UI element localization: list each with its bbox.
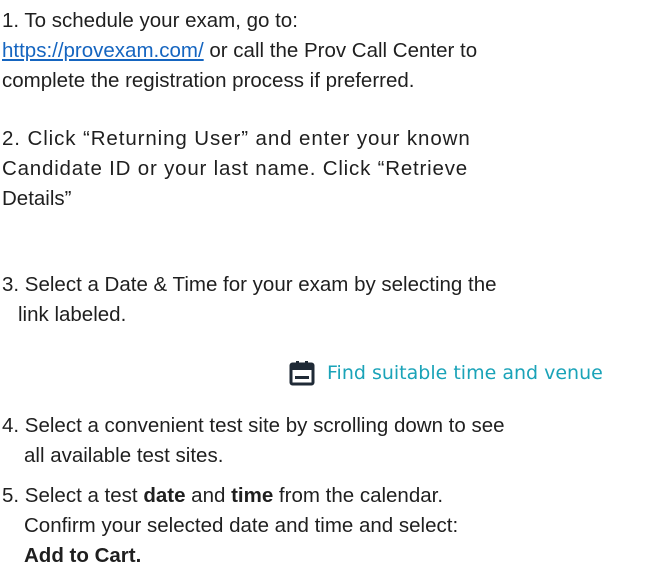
instructions-document: 1. To schedule your exam, go to: https:/…	[0, 0, 664, 569]
step-5-text-a: 5. Select a test	[2, 484, 144, 507]
step-1-line-2: https://provexam.com/ or call the Prov C…	[2, 36, 652, 66]
step-5-date-word: date	[143, 484, 186, 507]
step-1-line-3: complete the registration process if pre…	[2, 69, 415, 92]
step-2-line-2: Candidate ID or your last name. Click “R…	[2, 157, 468, 180]
step-5-text-e: from the calendar.	[273, 484, 444, 507]
calendar-icon	[289, 361, 315, 386]
step-2: 2. Click “Returning User” and enter your…	[2, 124, 652, 214]
step-5-line-1: 5. Select a test date and time from the …	[2, 481, 662, 511]
step-1: 1. To schedule your exam, go to: https:/…	[2, 6, 652, 96]
find-time-venue-callout: Find suitable time and venue	[289, 358, 603, 388]
step-1-line-1: 1. To schedule your exam, go to:	[2, 9, 298, 32]
add-to-cart-label: Add to Cart.	[24, 544, 142, 567]
step-5-time-word: time	[231, 484, 274, 507]
step-5-text-c: and	[185, 484, 232, 507]
step-1-line-2-text: or call the Prov Call Center to	[203, 39, 478, 62]
step-3-line-2: link labeled.	[18, 303, 127, 326]
step-3-line-1: 3. Select a Date & Time for your exam by…	[2, 273, 497, 296]
step-2-line-1: 2. Click “Returning User” and enter your…	[2, 127, 471, 150]
step-5-line-3: Add to Cart.	[2, 541, 662, 571]
step-5: 5. Select a test date and time from the …	[2, 481, 662, 571]
step-4-line-2: all available test sites.	[24, 444, 224, 467]
step-2-line-3: Details”	[2, 187, 72, 210]
step-4-line-1: 4. Select a convenient test site by scro…	[2, 414, 505, 437]
step-3: 3. Select a Date & Time for your exam by…	[2, 270, 662, 330]
find-time-venue-label: Find suitable time and venue	[327, 362, 603, 384]
provexam-link[interactable]: https://provexam.com/	[2, 39, 204, 62]
step-5-line-2: Confirm your selected date and time and …	[24, 514, 459, 537]
step-4: 4. Select a convenient test site by scro…	[2, 411, 662, 471]
